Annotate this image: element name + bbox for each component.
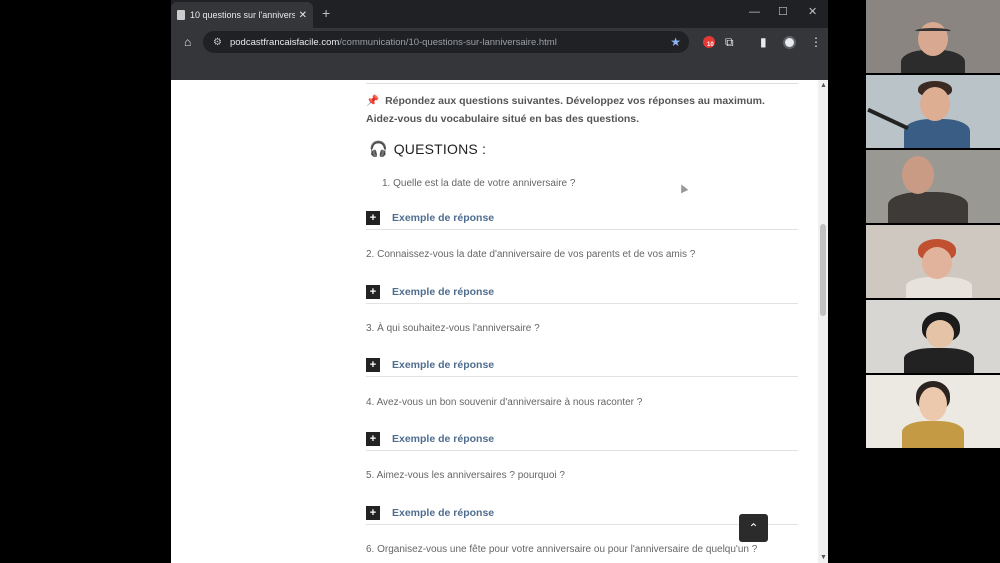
- participant-video-4: [866, 225, 1000, 298]
- headset-icon: [915, 28, 951, 34]
- answer-toggle-1[interactable]: + Exemple de réponse: [366, 206, 798, 230]
- answer-toggle-5[interactable]: + Exemple de réponse: [366, 501, 798, 525]
- participant-body: [904, 119, 970, 148]
- web-page: 📌 Répondez aux questions suivantes. Dével…: [171, 80, 828, 563]
- scroll-up-icon[interactable]: ▲: [820, 82, 827, 89]
- answer-toggle-2[interactable]: + Exemple de réponse: [366, 280, 798, 304]
- question-6: 6. Organisez-vous une fête pour votre an…: [366, 544, 758, 555]
- answer-label: Exemple de réponse: [392, 432, 495, 445]
- bookmark-star-icon[interactable]: ★: [670, 35, 681, 49]
- maximize-button[interactable]: ☐: [778, 6, 788, 18]
- microphone-arm-icon: [867, 107, 909, 131]
- answer-label: Exemple de réponse: [392, 211, 495, 224]
- more-vert-icon[interactable]: ⋮: [810, 35, 822, 49]
- url-text: podcastfrancaisfacile.com/communication/…: [230, 37, 557, 48]
- expand-plus-icon: +: [366, 357, 380, 372]
- expand-plus-icon: +: [366, 431, 380, 446]
- question-1: 1. Quelle est la date de votre anniversa…: [382, 178, 576, 189]
- puzzle-icon[interactable]: ⧉: [725, 35, 734, 49]
- instructions-text: 📌 Répondez aux questions suivantes. Dével…: [366, 92, 798, 128]
- site-info-icon[interactable]: ⚙: [213, 37, 222, 48]
- expand-plus-icon: +: [366, 505, 380, 520]
- participant-face: [902, 156, 934, 194]
- question-2: 2. Connaissez-vous la date d'anniversair…: [366, 249, 696, 260]
- mouse-cursor-icon: [677, 182, 689, 194]
- answer-toggle-3[interactable]: + Exemple de réponse: [366, 353, 798, 377]
- participant-body: [888, 192, 968, 223]
- participant-video-3: [866, 150, 1000, 223]
- question-4: 4. Avez-vous un bon souvenir d'anniversa…: [366, 397, 643, 408]
- divider: [366, 83, 798, 84]
- tab-title: 10 questions sur l'anniversaire: [190, 10, 295, 20]
- answer-label: Exemple de réponse: [392, 506, 495, 519]
- address-bar[interactable]: ⚙ podcastfrancaisfacile.com/communicatio…: [203, 31, 689, 53]
- answer-toggle-4[interactable]: + Exemple de réponse: [366, 427, 798, 451]
- questions-title: QUESTIONS :: [393, 141, 487, 157]
- participant-video-5: [866, 300, 1000, 373]
- headphones-icon: 🎧: [369, 141, 388, 158]
- participant-face: [919, 387, 947, 421]
- pushpin-icon: 📌: [366, 95, 380, 107]
- minimize-button[interactable]: —: [749, 6, 760, 18]
- answer-label: Exemple de réponse: [392, 358, 495, 371]
- back-to-top-button[interactable]: ⌃: [739, 514, 768, 542]
- browser-toolbar: ⌂ ⚙ podcastfrancaisfacile.com/communicat…: [171, 28, 828, 56]
- participant-video-1: [866, 0, 1000, 73]
- url-host: podcastfrancaisfacile.com: [229, 36, 340, 48]
- participant-face: [926, 320, 954, 348]
- questions-heading: 🎧 QUESTIONS :: [369, 140, 486, 158]
- tab-active[interactable]: 10 questions sur l'anniversaire ✕: [171, 2, 313, 28]
- new-tab-button[interactable]: +: [322, 6, 330, 20]
- participant-body: [902, 421, 964, 448]
- instructions-body: Répondez aux questions suivantes. Dévelo…: [366, 95, 765, 125]
- browser-window: 10 questions sur l'anniversaire ✕ + — ☐ …: [171, 0, 828, 563]
- tab-strip: 10 questions sur l'anniversaire ✕ + — ☐ …: [171, 0, 828, 28]
- participant-body: [904, 348, 974, 373]
- scroll-down-icon[interactable]: ▼: [820, 554, 827, 561]
- home-icon[interactable]: ⌂: [184, 35, 191, 49]
- page-scrollbar[interactable]: ▲ ▼: [818, 80, 828, 563]
- scrollbar-thumb[interactable]: [820, 224, 826, 316]
- participant-body: [906, 277, 972, 298]
- screen: 10 questions sur l'anniversaire ✕ + — ☐ …: [0, 0, 1000, 563]
- url-path: /communication/10-questions-sur-lanniver…: [339, 36, 557, 48]
- extension-badge: 10: [707, 42, 714, 48]
- profile-avatar[interactable]: [783, 36, 796, 49]
- participant-face: [922, 247, 952, 279]
- question-5: 5. Aimez-vous les anniversaires ? pourqu…: [366, 470, 565, 481]
- question-3: 3. À qui souhaitez-vous l'anniversaire ?: [366, 323, 540, 334]
- close-window-button[interactable]: ✕: [808, 6, 817, 18]
- participant-video-6: [866, 375, 1000, 448]
- tab-close-icon[interactable]: ✕: [299, 10, 307, 21]
- participant-face: [920, 87, 950, 121]
- side-panel-icon[interactable]: ▮: [760, 35, 767, 49]
- expand-plus-icon: +: [366, 284, 380, 299]
- expand-plus-icon: +: [366, 210, 380, 225]
- answer-label: Exemple de réponse: [392, 285, 495, 298]
- page-favicon-icon: [177, 10, 185, 20]
- participant-video-2: [866, 75, 1000, 148]
- bookmark-bar: [171, 56, 828, 80]
